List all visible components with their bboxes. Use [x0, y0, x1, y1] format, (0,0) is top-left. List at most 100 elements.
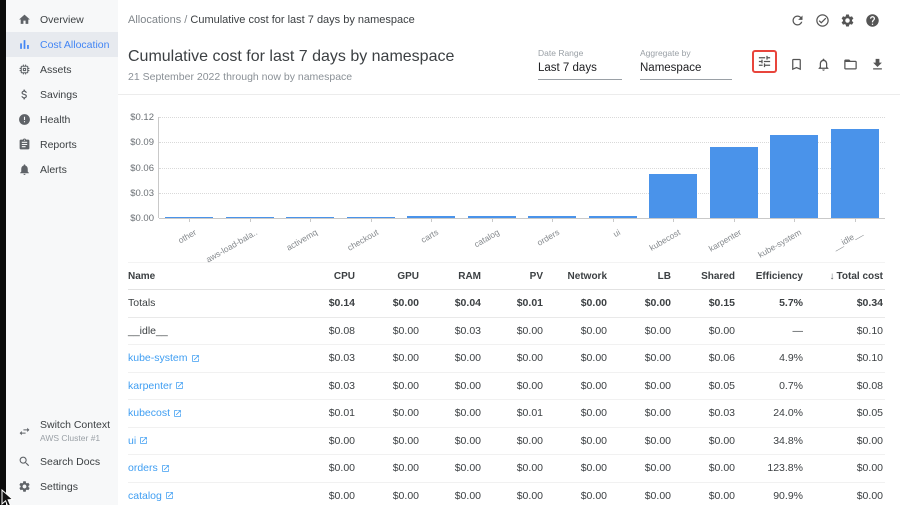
- cell-network: $0.00: [545, 352, 609, 364]
- column-header-total-cost[interactable]: ↓Total cost: [805, 271, 885, 282]
- folder-icon-button[interactable]: [843, 57, 858, 72]
- cell-ram: $0.04: [421, 297, 483, 309]
- sidebar-item-reports[interactable]: Reports: [6, 132, 118, 157]
- column-header-shared[interactable]: Shared: [673, 271, 737, 282]
- cell-name[interactable]: karpenter: [128, 380, 293, 392]
- refresh-icon-button[interactable]: [790, 13, 805, 28]
- cell-shared: $0.00: [673, 490, 737, 502]
- sidebar-item-alerts[interactable]: Alerts: [6, 157, 118, 182]
- cell-efficiency: 24.0%: [737, 407, 805, 419]
- cell-name[interactable]: kube-system: [128, 352, 293, 364]
- cell-gpu: $0.00: [357, 297, 421, 309]
- chart-x-tick: [492, 218, 493, 222]
- sidebar-item-switch-context[interactable]: Switch Context AWS Cluster #1: [6, 413, 118, 449]
- chart-y-tick-label: $0.09: [126, 137, 154, 148]
- cell-cpu: $0.00: [293, 435, 357, 447]
- main-area: Allocations / Cumulative cost for last 7…: [118, 0, 900, 505]
- namespace-link[interactable]: orders: [128, 462, 170, 474]
- chart-x-tick: [189, 218, 190, 222]
- cell-total-cost: $0.00: [805, 435, 885, 447]
- table-row-ui: ui $0.00$0.00$0.00$0.00$0.00$0.00$0.0034…: [128, 428, 885, 456]
- cell-total-cost: $0.08: [805, 380, 885, 392]
- cell-pv: $0.00: [483, 490, 545, 502]
- chart-bar-kubecost[interactable]: [649, 174, 697, 218]
- sidebar-item-savings[interactable]: Savings: [6, 82, 118, 107]
- notifications-icon-button[interactable]: [816, 57, 831, 72]
- external-link-icon: [191, 354, 200, 363]
- reports-icon: [18, 138, 31, 151]
- cell-lb: $0.00: [609, 490, 673, 502]
- cell-ram: $0.00: [421, 380, 483, 392]
- report-title-block: Cumulative cost for last 7 days by names…: [128, 48, 454, 83]
- date-range-value: Last 7 days: [538, 62, 622, 80]
- cell-lb: $0.00: [609, 380, 673, 392]
- date-range-select[interactable]: Date Range Last 7 days: [538, 48, 622, 80]
- download-icon-button[interactable]: [870, 57, 885, 72]
- namespace-link[interactable]: ui: [128, 435, 148, 447]
- check-circle-icon: [815, 13, 830, 28]
- cell-ram: $0.00: [421, 352, 483, 364]
- sidebar-item-label: Switch Context: [40, 419, 110, 431]
- cell-lb: $0.00: [609, 462, 673, 474]
- chart-bar-kube-system[interactable]: [770, 135, 818, 218]
- cell-network: $0.00: [545, 325, 609, 337]
- cell-efficiency: 123.8%: [737, 462, 805, 474]
- cell-cpu: $0.03: [293, 352, 357, 364]
- help-icon: [865, 13, 880, 28]
- breadcrumb-parent[interactable]: Allocations: [128, 14, 181, 26]
- tune-icon-button[interactable]: [752, 50, 777, 73]
- cell-cpu: $0.00: [293, 490, 357, 502]
- check-circle-icon-button[interactable]: [815, 13, 830, 28]
- home-icon: [18, 13, 31, 26]
- namespace-link[interactable]: karpenter: [128, 380, 184, 392]
- table-row-orders: orders $0.00$0.00$0.00$0.00$0.00$0.00$0.…: [128, 455, 885, 483]
- chart-bar-idle[interactable]: [831, 129, 879, 218]
- bookmark-icon-button[interactable]: [789, 57, 804, 72]
- chart-plot-area: otheraws-load-bala..activemqcheckoutcart…: [158, 117, 885, 218]
- sidebar-item-search-docs[interactable]: Search Docs: [6, 449, 118, 474]
- aggregate-by-select[interactable]: Aggregate by Namespace: [640, 48, 732, 80]
- chart-y-tick-label: $0.00: [126, 213, 154, 224]
- cell-total-cost: $0.00: [805, 462, 885, 474]
- column-header-name[interactable]: Name: [128, 271, 293, 282]
- breadcrumb: Allocations / Cumulative cost for last 7…: [128, 14, 415, 26]
- sidebar-item-cost-allocation[interactable]: Cost Allocation: [6, 32, 118, 57]
- page-title: Cumulative cost for last 7 days by names…: [128, 48, 454, 66]
- chart-bar-karpenter[interactable]: [710, 147, 758, 218]
- sidebar: OverviewCost AllocationAssetsSavingsHeal…: [6, 0, 118, 505]
- help-icon-button[interactable]: [865, 13, 880, 28]
- namespace-link[interactable]: kubecost: [128, 407, 182, 419]
- assets-icon: [18, 63, 31, 76]
- chart-x-tick: [371, 218, 372, 222]
- cell-name[interactable]: catalog: [128, 490, 293, 502]
- column-header-cpu[interactable]: CPU: [293, 271, 357, 282]
- cell-name[interactable]: orders: [128, 462, 293, 474]
- sidebar-item-settings[interactable]: Settings: [6, 474, 118, 499]
- sidebar-item-sublabel: AWS Cluster #1: [40, 433, 110, 443]
- sidebar-item-overview[interactable]: Overview: [6, 7, 118, 32]
- chart-x-tick: [250, 218, 251, 222]
- tune-icon: [757, 54, 772, 69]
- column-header-gpu[interactable]: GPU: [357, 271, 421, 282]
- chart-gridline: [159, 117, 885, 118]
- cell-pv: $0.00: [483, 380, 545, 392]
- sidebar-item-label: Search Docs: [40, 456, 100, 468]
- cell-efficiency: 0.7%: [737, 380, 805, 392]
- namespace-link[interactable]: catalog: [128, 490, 174, 502]
- cell-name[interactable]: ui: [128, 435, 293, 447]
- cell-pv: $0.00: [483, 462, 545, 474]
- settings-gear-icon: [840, 13, 855, 28]
- namespace-link[interactable]: kube-system: [128, 352, 200, 364]
- sort-desc-icon: ↓: [830, 271, 835, 282]
- sidebar-item-assets[interactable]: Assets: [6, 57, 118, 82]
- settings-gear-icon-button[interactable]: [840, 13, 855, 28]
- cell-name: __idle__: [128, 325, 293, 337]
- cell-network: $0.00: [545, 435, 609, 447]
- breadcrumb-current: Cumulative cost for last 7 days by names…: [190, 14, 414, 26]
- sidebar-item-health[interactable]: Health: [6, 107, 118, 132]
- chart-y-tick-label: $0.12: [126, 112, 154, 123]
- notifications-icon: [816, 57, 831, 72]
- cell-cpu: $0.01: [293, 407, 357, 419]
- cell-name[interactable]: kubecost: [128, 407, 293, 419]
- cell-pv: $0.01: [483, 297, 545, 309]
